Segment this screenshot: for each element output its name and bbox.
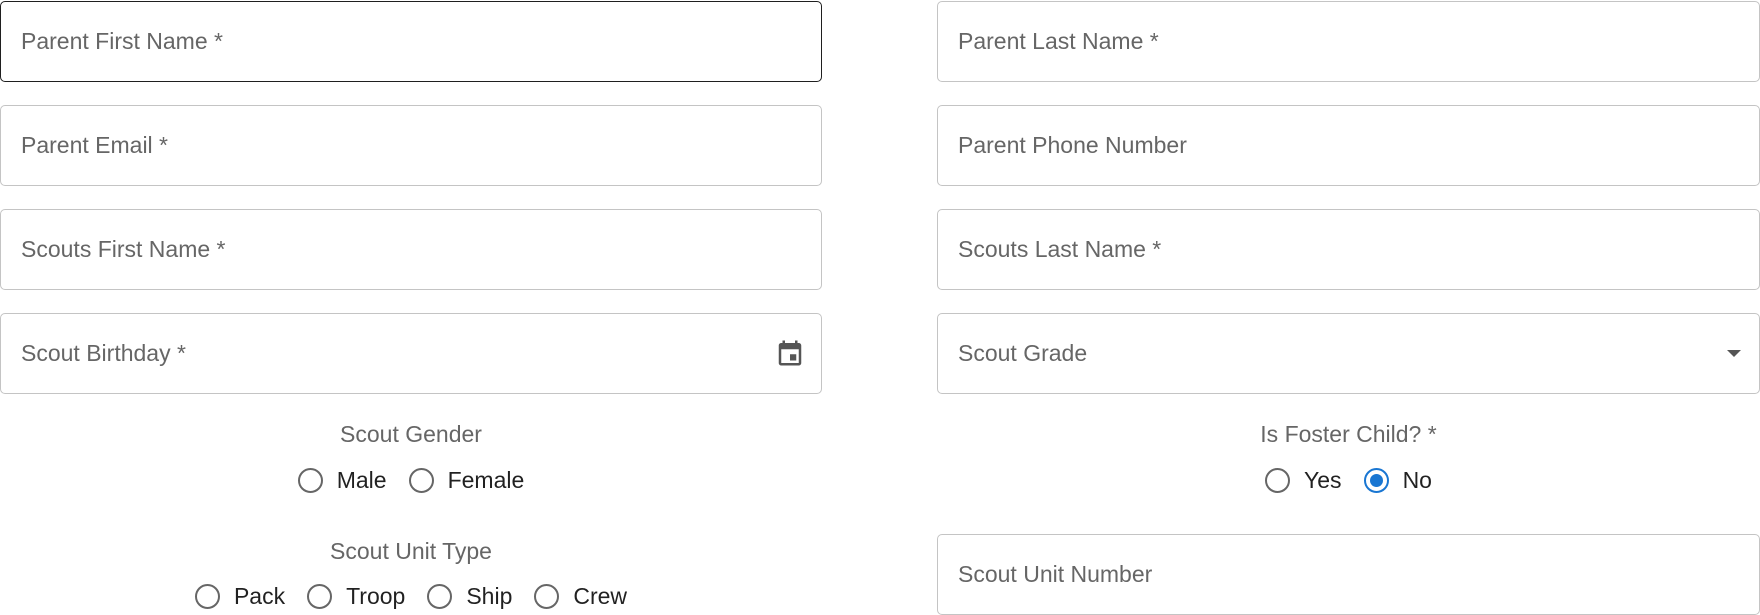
parent-email-input[interactable] — [1, 106, 821, 185]
scout-grade-select[interactable] — [937, 313, 1760, 394]
dropdown-arrow-icon[interactable] — [1727, 350, 1741, 357]
parent-email-field[interactable] — [0, 105, 822, 186]
unit-troop-label: Troop — [346, 583, 406, 609]
radio-crew[interactable] — [534, 584, 560, 609]
parent-last-name-input[interactable] — [938, 2, 1759, 81]
radio-no[interactable] — [1363, 468, 1389, 493]
unit-pack-option[interactable]: Pack — [194, 583, 286, 610]
is-foster-child-radio-group: Yes No — [937, 467, 1760, 494]
unit-troop-option[interactable]: Troop — [307, 583, 405, 610]
scouts-first-name-input[interactable] — [1, 210, 821, 289]
gender-female-option[interactable]: Female — [408, 467, 525, 494]
radio-pack[interactable] — [194, 584, 220, 609]
scout-unit-number-field[interactable] — [937, 534, 1760, 615]
radio-female[interactable] — [408, 468, 434, 493]
parent-last-name-field[interactable] — [937, 1, 1760, 82]
radio-troop[interactable] — [307, 584, 333, 609]
radio-yes[interactable] — [1265, 468, 1291, 493]
gender-male-option[interactable]: Male — [297, 467, 387, 494]
foster-no-option[interactable]: No — [1363, 467, 1432, 494]
is-foster-child-label: Is Foster Child? * — [1260, 421, 1437, 447]
unit-crew-option[interactable]: Crew — [534, 583, 627, 610]
foster-yes-option[interactable]: Yes — [1265, 467, 1342, 494]
scout-grade-input[interactable] — [938, 314, 1759, 393]
radio-ship[interactable] — [427, 584, 453, 609]
calendar-icon[interactable] — [775, 338, 805, 368]
radio-male[interactable] — [297, 468, 323, 493]
unit-pack-label: Pack — [233, 583, 286, 609]
foster-no-label: No — [1402, 467, 1432, 493]
unit-crew-label: Crew — [573, 583, 628, 609]
parent-first-name-input[interactable] — [1, 2, 821, 81]
unit-ship-label: Ship — [466, 583, 513, 609]
foster-yes-label: Yes — [1304, 467, 1342, 493]
unit-ship-option[interactable]: Ship — [427, 583, 512, 610]
scout-birthday-field[interactable] — [0, 313, 822, 394]
parent-phone-field[interactable] — [937, 105, 1760, 186]
scouts-last-name-input[interactable] — [938, 210, 1759, 289]
scout-gender-label: Scout Gender — [340, 421, 482, 447]
scout-unit-type-radio-group: Pack Troop Ship Crew — [0, 583, 822, 610]
parent-first-name-field[interactable] — [0, 1, 822, 82]
scout-unit-type-label: Scout Unit Type — [330, 538, 492, 564]
scouts-last-name-field[interactable] — [937, 209, 1760, 290]
gender-male-label: Male — [336, 467, 387, 493]
parent-phone-input[interactable] — [938, 106, 1759, 185]
scout-gender-radio-group: Male Female — [0, 467, 822, 494]
scouts-first-name-field[interactable] — [0, 209, 822, 290]
scout-unit-number-input[interactable] — [938, 535, 1759, 614]
scout-birthday-input[interactable] — [1, 314, 821, 393]
gender-female-label: Female — [447, 467, 525, 493]
